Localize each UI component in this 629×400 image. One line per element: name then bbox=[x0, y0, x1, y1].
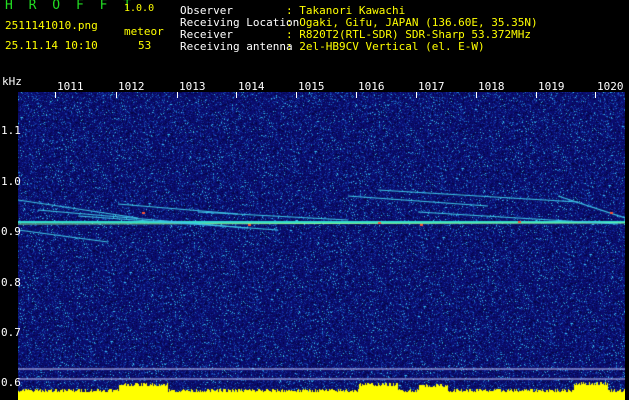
axis-unit-label: kHz bbox=[2, 75, 22, 88]
meteor-count: 53 bbox=[138, 39, 152, 52]
file-name: 2511141010.png bbox=[5, 19, 98, 32]
x-tick-mark bbox=[236, 92, 237, 98]
hrofft-window: H R O F F T 1.0.0 2511141010.png meteor … bbox=[0, 0, 629, 400]
info-value-antenna: : 2el-HB9CV Vertical (el. E-W) bbox=[286, 40, 485, 53]
y-tick-label: 0.9 bbox=[1, 225, 21, 238]
x-tick-mark bbox=[416, 92, 417, 98]
x-tick-label: 1018 bbox=[478, 80, 505, 93]
spectrogram bbox=[18, 92, 625, 400]
x-tick-mark bbox=[476, 92, 477, 98]
x-tick-label: 1014 bbox=[238, 80, 265, 93]
y-tick-label: 1.1 bbox=[1, 124, 21, 137]
meteor-label: meteor bbox=[124, 25, 164, 38]
info-key-antenna: Receiving antenna bbox=[180, 40, 293, 53]
app-title: H R O F F T bbox=[5, 0, 136, 13]
x-tick-label: 1020 bbox=[597, 80, 624, 93]
x-tick-mark bbox=[55, 92, 56, 98]
app-version: 1.0.0 bbox=[124, 3, 155, 14]
x-tick-label: 1019 bbox=[538, 80, 565, 93]
y-tick-label: 0.7 bbox=[1, 326, 21, 339]
timestamp: 25.11.14 10:10 bbox=[5, 39, 98, 52]
x-tick-mark bbox=[595, 92, 596, 98]
x-tick-label: 1013 bbox=[179, 80, 206, 93]
x-tick-label: 1017 bbox=[418, 80, 445, 93]
spectrogram-canvas bbox=[18, 92, 625, 400]
x-tick-mark bbox=[536, 92, 537, 98]
x-tick-label: 1012 bbox=[118, 80, 145, 93]
x-tick-mark bbox=[296, 92, 297, 98]
y-tick-label: 1.0 bbox=[1, 175, 21, 188]
x-tick-mark bbox=[356, 92, 357, 98]
x-tick-mark bbox=[116, 92, 117, 98]
x-tick-label: 1011 bbox=[57, 80, 84, 93]
y-tick-label: 0.8 bbox=[1, 276, 21, 289]
y-tick-label: 0.6 bbox=[1, 376, 21, 389]
x-tick-label: 1016 bbox=[358, 80, 385, 93]
x-tick-label: 1015 bbox=[298, 80, 325, 93]
x-tick-mark bbox=[177, 92, 178, 98]
